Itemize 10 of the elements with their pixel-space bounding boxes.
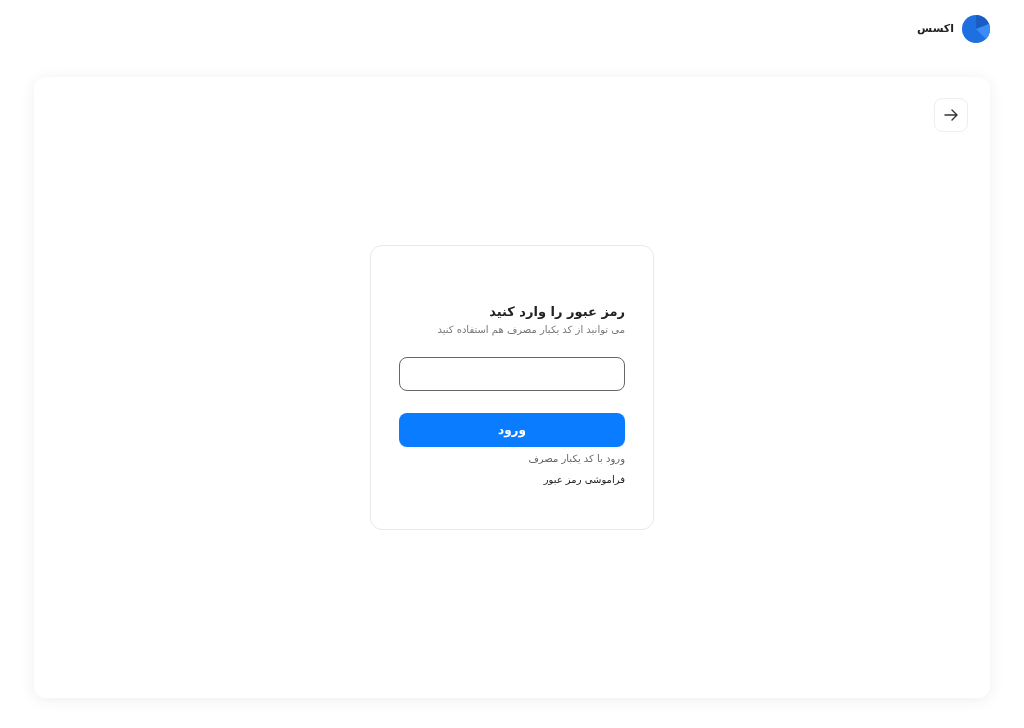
forgot-password-link[interactable]: فراموشی رمز عبور: [543, 473, 625, 487]
logo-icon: [962, 15, 990, 43]
password-field[interactable]: [399, 357, 625, 391]
login-button[interactable]: ورود: [399, 413, 625, 447]
login-subtitle: می توانید از کد یکبار مصرف هم استفاده کنید: [436, 323, 625, 337]
brand-name: اکسس: [917, 20, 954, 37]
arrow-right-icon: [944, 109, 958, 121]
login-title: رمز عبور را وارد کنید: [488, 303, 625, 321]
forward-button[interactable]: [934, 98, 968, 132]
otp-login-link[interactable]: ورود با کد یکبار مصرف: [528, 452, 625, 466]
